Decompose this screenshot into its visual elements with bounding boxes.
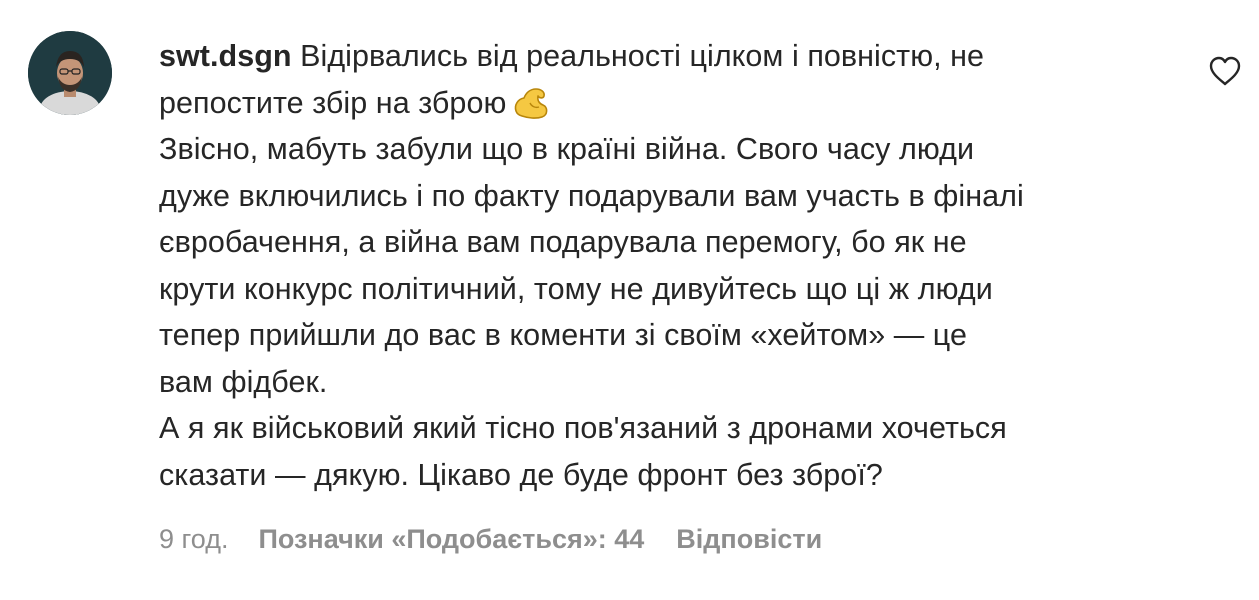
comment-line-7: тепер прийшли до вас в коменти зі своїм … xyxy=(159,318,967,352)
comment-timestamp[interactable]: 9 год. xyxy=(159,524,228,555)
avatar[interactable] xyxy=(28,31,112,115)
comment-line-8: вам фідбек. xyxy=(159,364,328,399)
comment: swt.dsgn Відірвались від реальності цілк… xyxy=(0,0,1259,600)
avatar-image xyxy=(28,31,112,115)
username-link[interactable]: swt.dsgn xyxy=(159,39,292,73)
like-button[interactable] xyxy=(1208,55,1242,87)
comment-line-3: Звісно, мабуть забули що в країні війна.… xyxy=(159,132,975,166)
comment-text: Відірвались від реальності цілком і повн… xyxy=(300,39,985,73)
comment-meta: 9 год. Позначки «Подобається»: 44 Відпов… xyxy=(159,519,822,559)
likes-count-link[interactable]: Позначки «Подобається»: 44 xyxy=(258,524,644,555)
comment-line-4: дуже включились і по факту подарували ва… xyxy=(159,178,1024,213)
reply-button[interactable]: Відповісти xyxy=(676,524,822,555)
comment-line-1: swt.dsgn Відірвались від реальності цілк… xyxy=(159,33,1189,80)
comment-line-10: сказати — дякую. Цікаво де буде фронт бе… xyxy=(159,457,883,492)
flexed-biceps-icon xyxy=(515,87,548,119)
comment-body: swt.dsgn Відірвались від реальності цілк… xyxy=(159,33,1189,498)
comment-line-9: А я як військовий який тісно пов'язаний … xyxy=(159,411,1007,445)
heart-outline-icon xyxy=(1209,56,1241,86)
comment-line-6: крути конкурс політичний, тому не дивуйт… xyxy=(159,271,993,306)
comment-line-5: євробачення, а війна вам подарувала пере… xyxy=(159,225,967,259)
comment-text: репостите збір на зброю xyxy=(159,85,507,120)
comment-line-2: репостите збір на зброю xyxy=(159,80,1189,127)
